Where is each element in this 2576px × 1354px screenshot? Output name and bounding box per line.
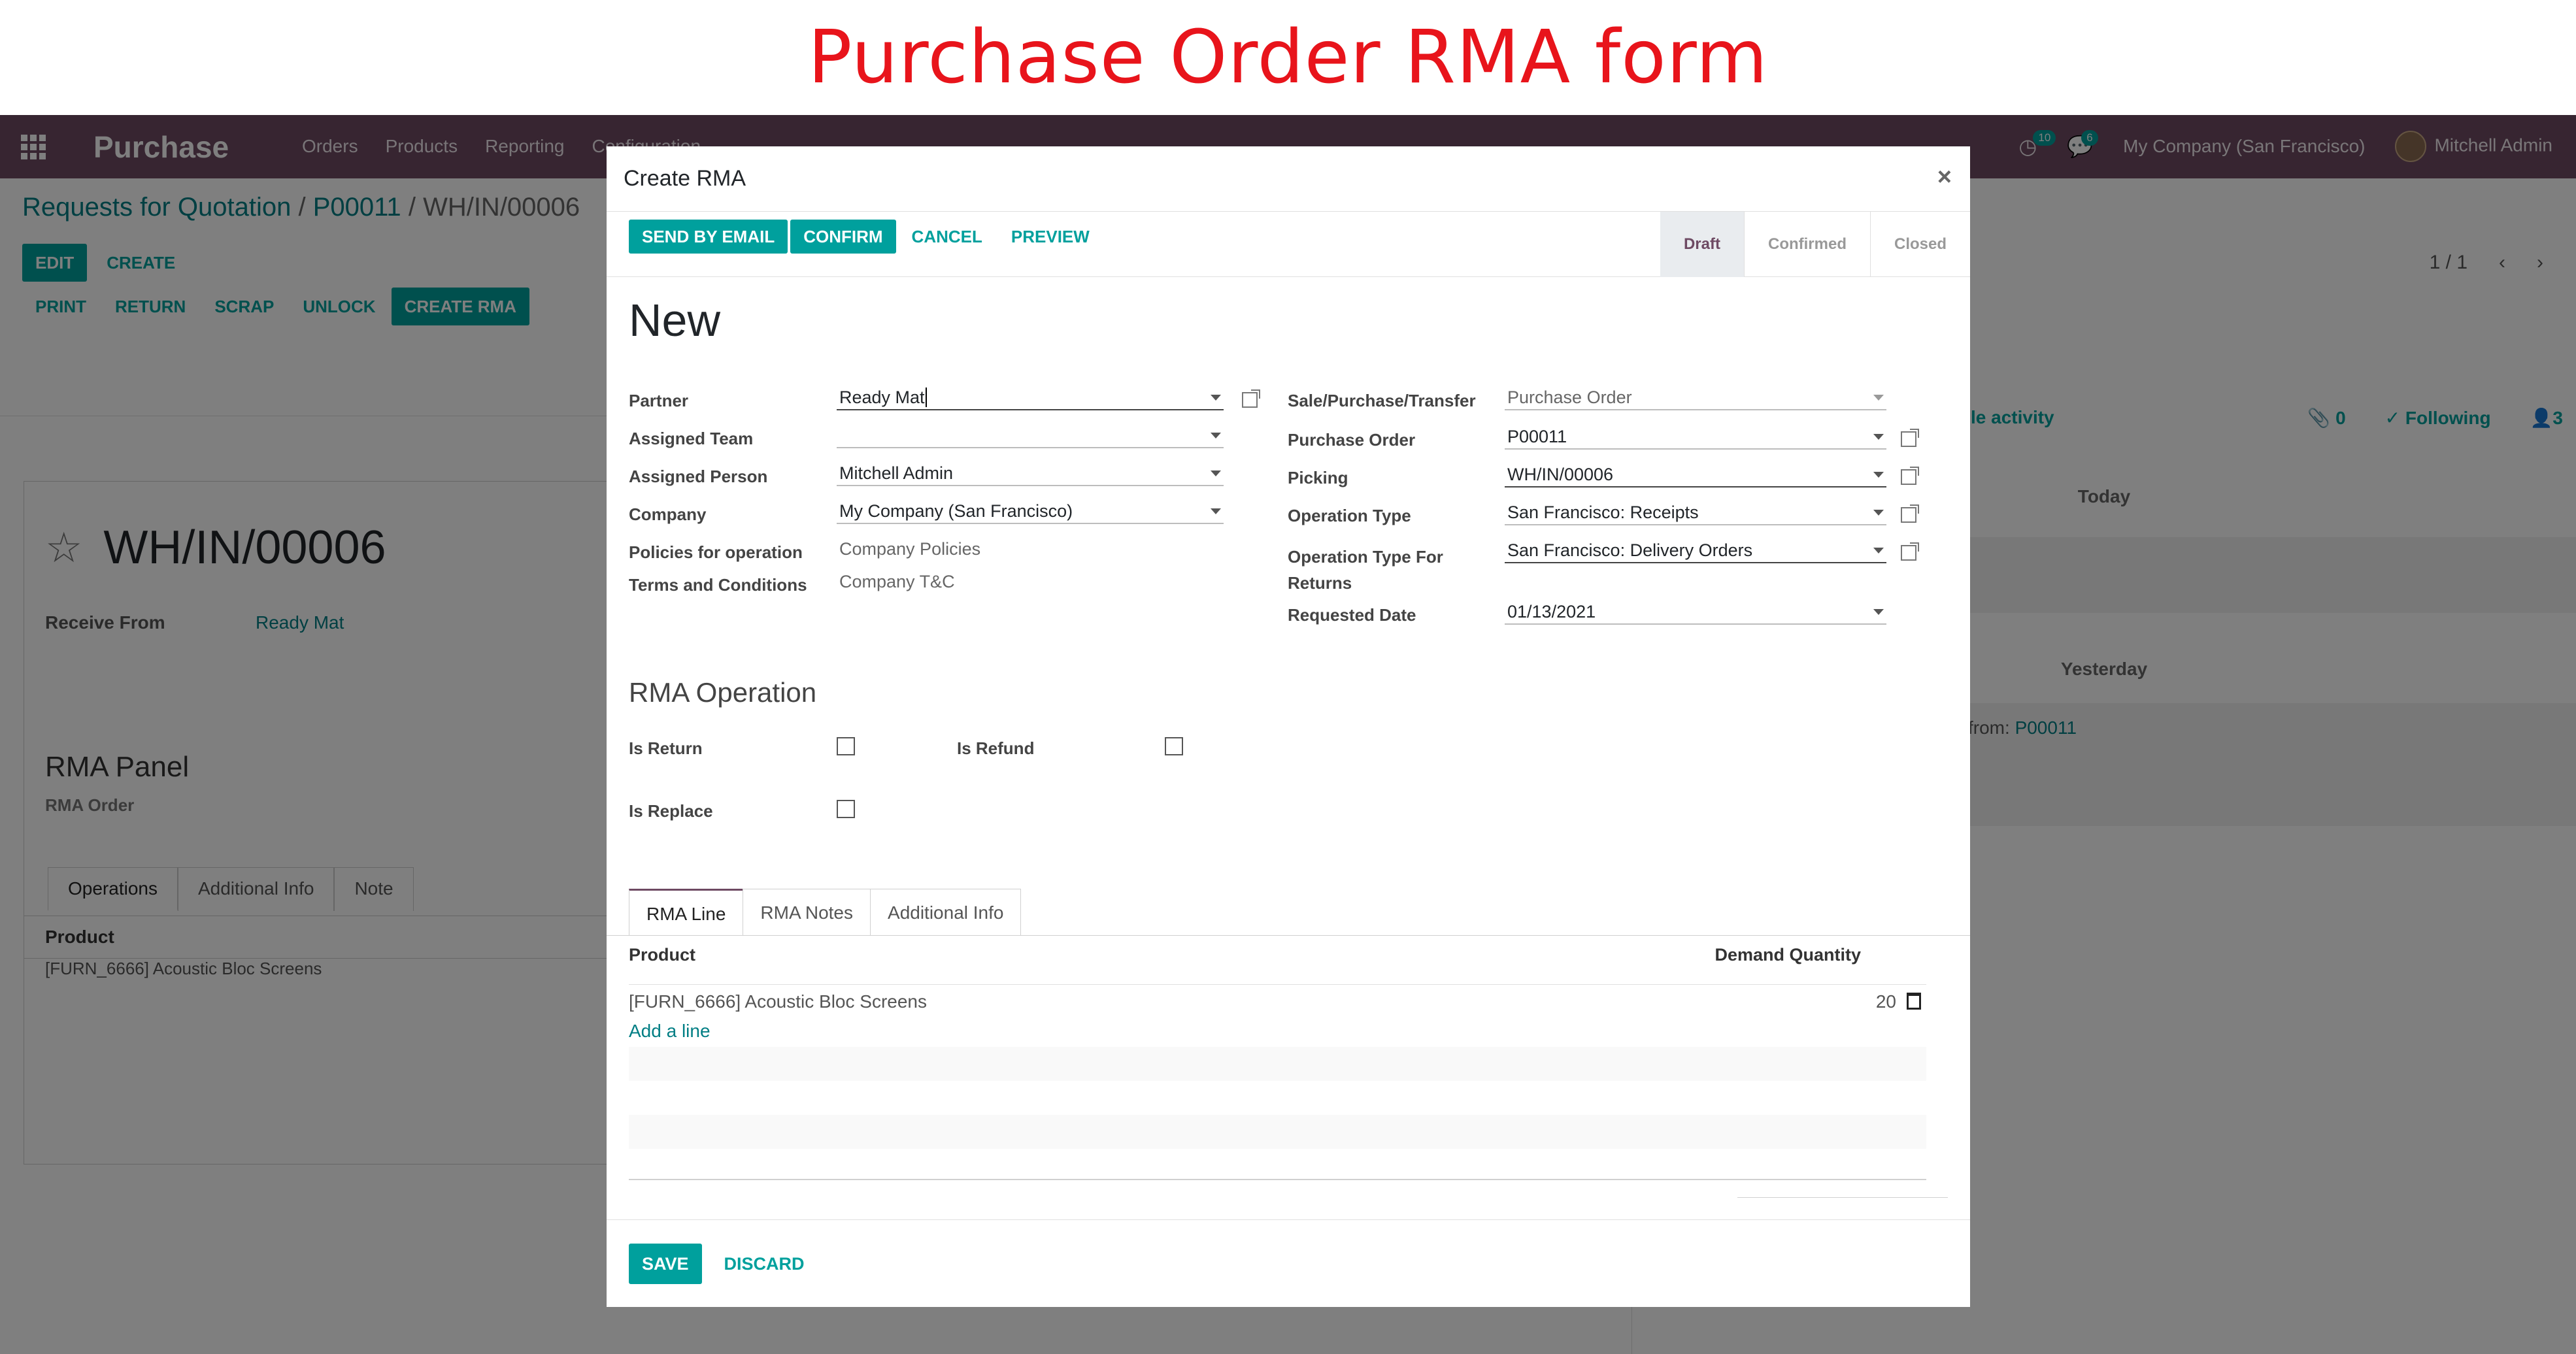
requested-date-input[interactable]: 01/13/2021 — [1505, 599, 1886, 625]
assigned-person-label: Assigned Person — [629, 467, 768, 486]
save-button[interactable]: Save — [629, 1244, 702, 1284]
chevron-down-icon[interactable] — [1873, 472, 1884, 478]
operation-type-label: Operation Type — [1288, 506, 1411, 525]
chevron-down-icon[interactable] — [1873, 395, 1884, 401]
is-return-checkbox[interactable] — [837, 737, 855, 755]
list-footer-total-line — [1737, 1197, 1948, 1198]
policies-value: Company Policies — [839, 539, 981, 559]
line-quantity: 20 — [1875, 991, 1896, 1012]
picking-value: WH/IN/00006 — [1507, 465, 1614, 484]
status-draft[interactable]: Draft — [1660, 212, 1744, 277]
rma-lines-header: Product Demand Quantity — [629, 945, 1926, 976]
external-link-icon[interactable] — [1901, 504, 1919, 523]
purchase-order-value: P00011 — [1507, 427, 1567, 446]
dialog-footer: Save Discard — [607, 1219, 1970, 1307]
purchase-order-label: Purchase Order — [1288, 430, 1416, 450]
is-return-label: Is Return — [629, 738, 703, 758]
confirm-button[interactable]: Confirm — [790, 220, 896, 254]
odoo-app: Purchase Orders Products Reporting Confi… — [0, 115, 2576, 1354]
status-confirmed[interactable]: Confirmed — [1743, 212, 1870, 277]
external-link-icon[interactable] — [1242, 389, 1260, 408]
operation-type-value: San Francisco: Receipts — [1507, 503, 1699, 522]
company-label: Company — [629, 504, 707, 524]
table-row[interactable]: [FURN_6666] Acoustic Bloc Screens 20 — [629, 984, 1926, 1018]
rma-notebook-tabs: RMA Line RMA Notes Additional Info — [629, 889, 1022, 936]
picking-input[interactable]: WH/IN/00006 — [1505, 461, 1886, 487]
close-icon[interactable]: × — [1937, 163, 1952, 191]
column-demand-quantity[interactable]: Demand Quantity — [1715, 945, 1861, 965]
footer-buttons: Save Discard — [629, 1244, 818, 1284]
company-input[interactable]: My Company (San Francisco) — [837, 498, 1224, 524]
column-product[interactable]: Product — [629, 945, 695, 965]
sale-purchase-transfer-select[interactable]: Purchase Order — [1505, 384, 1886, 410]
dialog-title: Create RMA — [624, 166, 746, 191]
external-link-icon[interactable] — [1901, 467, 1919, 485]
operation-type-returns-input[interactable]: San Francisco: Delivery Orders — [1505, 537, 1886, 563]
discard-button[interactable]: Discard — [711, 1244, 818, 1284]
chevron-down-icon[interactable] — [1211, 395, 1221, 401]
cancel-button[interactable]: Cancel — [899, 220, 995, 254]
list-footer-line — [629, 1179, 1926, 1180]
partner-value: Ready Mat — [839, 388, 925, 407]
is-refund-checkbox[interactable] — [1165, 737, 1183, 755]
external-link-icon[interactable] — [1901, 429, 1919, 447]
requested-date-label: Requested Date — [1288, 605, 1416, 625]
is-replace-label: Is Replace — [629, 801, 713, 821]
tab-divider — [607, 935, 1970, 936]
chevron-down-icon[interactable] — [1873, 609, 1884, 615]
chevron-down-icon[interactable] — [1873, 548, 1884, 553]
status-closed[interactable]: Closed — [1869, 212, 1970, 277]
trash-icon[interactable] — [1907, 993, 1921, 1010]
chevron-down-icon[interactable] — [1211, 508, 1221, 514]
banner-title: Purchase Order RMA form — [808, 15, 1768, 100]
rma-name: New — [629, 295, 721, 346]
chevron-down-icon[interactable] — [1873, 510, 1884, 516]
partner-input[interactable]: Ready Mat — [837, 384, 1224, 410]
status-pipeline: Draft Confirmed Closed — [1660, 212, 1970, 277]
tab-rma-line[interactable]: RMA Line — [629, 889, 744, 936]
is-refund-label: Is Refund — [957, 738, 1035, 758]
banner: Purchase Order RMA form — [0, 0, 2576, 115]
dialog-header: Create RMA × — [607, 146, 1970, 212]
operation-type-returns-value: San Francisco: Delivery Orders — [1507, 540, 1753, 560]
operation-type-returns-label: Operation Type For Returns — [1288, 547, 1443, 593]
line-product: [FURN_6666] Acoustic Bloc Screens — [629, 991, 927, 1012]
dialog-action-buttons: Send by Email Confirm Cancel Preview — [629, 220, 1103, 254]
assigned-person-value: Mitchell Admin — [839, 463, 954, 483]
assigned-team-input[interactable] — [837, 422, 1224, 448]
empty-rows — [629, 1047, 1926, 1149]
chevron-down-icon[interactable] — [1873, 434, 1884, 440]
company-value: My Company (San Francisco) — [839, 501, 1073, 521]
operation-type-input[interactable]: San Francisco: Receipts — [1505, 499, 1886, 525]
assigned-person-input[interactable]: Mitchell Admin — [837, 460, 1224, 486]
assigned-team-label: Assigned Team — [629, 429, 754, 448]
chevron-down-icon[interactable] — [1211, 433, 1221, 438]
preview-button[interactable]: Preview — [998, 220, 1103, 254]
sale-purchase-transfer-label: Sale/Purchase/Transfer — [1288, 391, 1476, 410]
tab-additional-info[interactable]: Additional Info — [870, 889, 1022, 936]
terms-label: Terms and Conditions — [629, 575, 807, 595]
rma-operation-title: RMA Operation — [629, 677, 817, 708]
dialog-statusbar: Send by Email Confirm Cancel Preview Dra… — [607, 212, 1970, 277]
policies-label: Policies for operation — [629, 542, 803, 562]
tab-rma-notes[interactable]: RMA Notes — [743, 889, 871, 936]
send-by-email-button[interactable]: Send by Email — [629, 220, 788, 254]
add-a-line-link[interactable]: Add a line — [629, 1021, 711, 1042]
create-rma-dialog: Create RMA × Send by Email Confirm Cance… — [607, 146, 1970, 1307]
requested-date-value: 01/13/2021 — [1507, 602, 1596, 621]
picking-label: Picking — [1288, 468, 1348, 487]
is-replace-checkbox[interactable] — [837, 800, 855, 818]
purchase-order-input[interactable]: P00011 — [1505, 423, 1886, 450]
terms-value: Company T&C — [839, 572, 955, 591]
partner-label: Partner — [629, 391, 689, 410]
sale-purchase-transfer-value: Purchase Order — [1507, 388, 1632, 407]
chevron-down-icon[interactable] — [1211, 471, 1221, 476]
external-link-icon[interactable] — [1901, 542, 1919, 561]
